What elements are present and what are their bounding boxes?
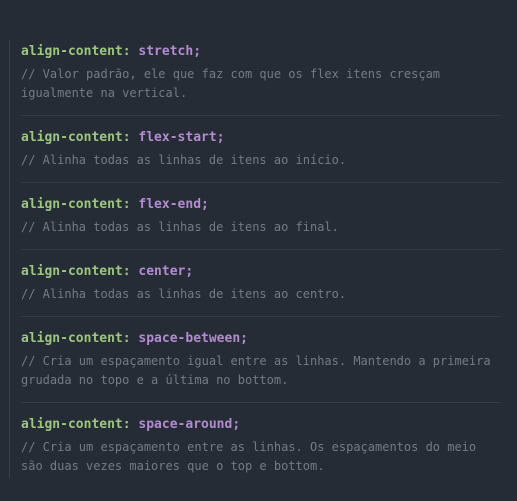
- code-comment: // Alinha todas as linhas de itens ao ce…: [21, 287, 347, 301]
- code-comment: // Alinha todas as linhas de itens ao fi…: [21, 220, 339, 234]
- left-border-line: [9, 40, 10, 478]
- css-value: flex-start: [138, 130, 217, 145]
- code-block-center: align-content: center; // Alinha todas a…: [21, 263, 501, 317]
- css-property: align-content:: [21, 197, 131, 212]
- css-value: center: [138, 264, 186, 279]
- code-comment: // Alinha todas as linhas de itens ao in…: [21, 153, 347, 167]
- css-property: align-content:: [21, 417, 131, 432]
- css-property: align-content:: [21, 130, 131, 145]
- code-block-flex-start: align-content: flex-start; // Alinha tod…: [21, 129, 501, 183]
- semicolon: ;: [232, 417, 241, 432]
- semicolon: ;: [185, 264, 194, 279]
- semicolon: ;: [216, 130, 225, 145]
- css-value: flex-end: [138, 197, 202, 212]
- css-value: stretch: [138, 44, 194, 59]
- code-line: align-content: flex-start;: [21, 129, 501, 147]
- semicolon: ;: [240, 331, 248, 346]
- css-property: align-content:: [21, 264, 131, 279]
- code-comment: // Cria um espaçamento entre as linhas. …: [21, 440, 477, 473]
- code-block-flex-end: align-content: flex-end; // Alinha todas…: [21, 196, 501, 250]
- code-block-stretch: align-content: stretch; // Valor padrão,…: [21, 43, 501, 116]
- css-property: align-content:: [21, 44, 131, 59]
- semicolon: ;: [201, 197, 209, 212]
- code-line: align-content: stretch;: [21, 43, 501, 61]
- code-comment: // Cria um espaçamento igual entre as li…: [21, 354, 491, 387]
- code-line: align-content: space-between;: [21, 330, 501, 348]
- code-line: align-content: flex-end;: [21, 196, 501, 214]
- code-line: align-content: center;: [21, 263, 501, 281]
- css-value: space-between: [138, 331, 241, 346]
- code-line: align-content: space-around;: [21, 416, 501, 434]
- semicolon: ;: [193, 44, 202, 59]
- code-comment: // Valor padrão, ele que faz com que os …: [21, 67, 441, 100]
- css-property: align-content:: [21, 331, 131, 346]
- code-block-space-between: align-content: space-between; // Cria um…: [21, 330, 501, 403]
- css-value: space-around: [138, 417, 233, 432]
- code-snippet-list: align-content: stretch; // Valor padrão,…: [21, 43, 501, 501]
- code-block-space-around: align-content: space-around; // Cria um …: [21, 416, 501, 488]
